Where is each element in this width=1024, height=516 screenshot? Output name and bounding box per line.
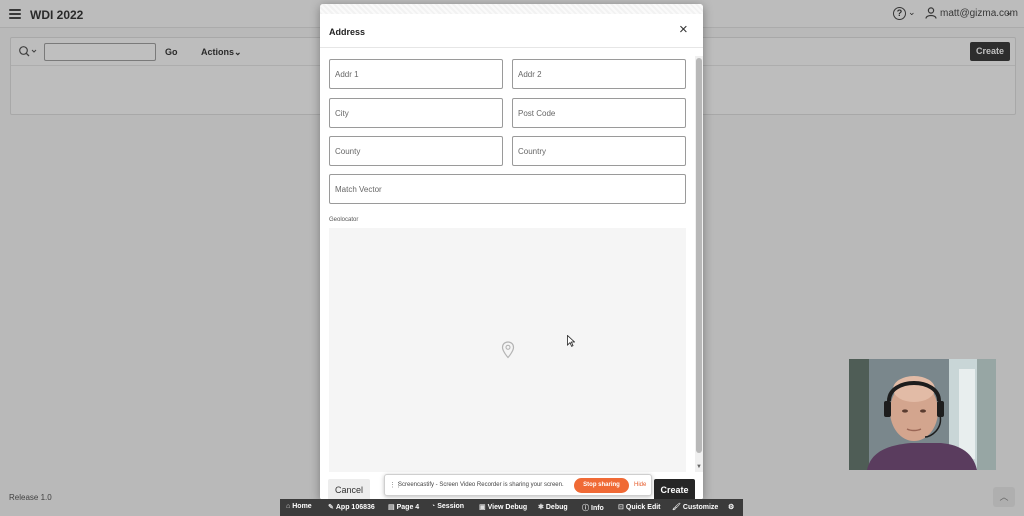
stop-sharing-button[interactable]: Stop sharing (574, 478, 629, 493)
addr1-placeholder: Addr 1 (335, 70, 359, 79)
geolocator-map[interactable] (329, 228, 686, 473)
developer-toolbar: ⌂ Home ✎ App 106836 ▤ Page 4 ◔ Session ▣ View… (280, 499, 743, 516)
mouse-cursor-icon (567, 335, 575, 347)
dev-page-button[interactable]: ▤ Page 4 (388, 503, 419, 511)
dev-customize-button[interactable]: 🖌 Customize (672, 503, 718, 511)
quick-edit-icon: ⊡ (618, 504, 624, 511)
country-field[interactable]: Country (512, 136, 686, 166)
dev-home-label: Home (292, 503, 312, 510)
dev-view-debug-label: View Debug (487, 504, 528, 511)
dialog-scrollbar[interactable]: ▼ (695, 56, 703, 474)
close-icon[interactable]: × (679, 22, 688, 37)
dialog-pattern (320, 4, 703, 14)
scroll-down-arrow-icon[interactable]: ▼ (695, 464, 703, 470)
bug-icon: ✱ (538, 504, 544, 511)
address-dialog: Address × Addr 1 Addr 2 City Post Code C… (320, 4, 703, 500)
dev-quick-edit-label: Quick Edit (625, 504, 661, 511)
view-debug-icon: ▣ (479, 504, 486, 511)
dev-session-label: Session (437, 503, 465, 510)
dialog-header: Address × (320, 14, 703, 48)
dialog-title: Address (329, 27, 366, 37)
map-pin-icon (501, 341, 515, 359)
geolocator-label: Geolocator (329, 217, 359, 223)
dev-info-label: Info (591, 505, 604, 512)
webcam-overlay (849, 359, 996, 470)
info-icon: ⓘ (582, 505, 589, 512)
county-placeholder: County (335, 147, 361, 156)
brush-icon: 🖌 (672, 504, 681, 511)
dev-view-debug-button[interactable]: ▣ View Debug (479, 503, 527, 511)
addr2-placeholder: Addr 2 (518, 70, 542, 79)
dev-debug-button[interactable]: ✱ Debug (538, 503, 568, 511)
dev-session-button[interactable]: ◔ Session (431, 503, 464, 510)
dev-debug-label: Debug (545, 504, 568, 511)
sharing-message: Screencastify - Screen Video Recorder is… (398, 482, 564, 488)
dev-info-button[interactable]: ⓘ Info (582, 503, 604, 513)
country-placeholder: Country (518, 147, 547, 156)
county-field[interactable]: County (329, 136, 503, 166)
city-field[interactable]: City (329, 98, 503, 128)
hide-button[interactable]: Hide (634, 482, 646, 488)
dev-app-label: App 106836 (335, 504, 375, 511)
scrollbar-thumb[interactable] (696, 58, 702, 453)
addr1-field[interactable]: Addr 1 (329, 59, 503, 89)
page-icon: ▤ (388, 504, 395, 511)
home-icon: ⌂ (286, 503, 291, 510)
dev-home-button[interactable]: ⌂ Home (286, 503, 312, 510)
cancel-button[interactable]: Cancel (328, 479, 370, 500)
dev-page-label: Page 4 (396, 504, 420, 511)
dev-app-button[interactable]: ✎ App 106836 (328, 503, 375, 511)
edit-icon: ✎ (328, 504, 334, 511)
addr2-field[interactable]: Addr 2 (512, 59, 686, 89)
match-vector-field[interactable]: Match Vector (329, 174, 686, 204)
match-vector-placeholder: Match Vector (335, 185, 382, 194)
gear-icon[interactable]: ⚙ (728, 503, 734, 511)
post-code-placeholder: Post Code (518, 109, 556, 118)
session-icon: ◔ (431, 503, 436, 510)
create-address-button[interactable]: Create (654, 479, 695, 500)
city-placeholder: City (335, 109, 349, 118)
screen-sharing-bar: ⋮⋮ Screencastify - Screen Video Recorder… (384, 474, 652, 496)
dev-quick-edit-button[interactable]: ⊡ Quick Edit (618, 503, 661, 511)
dev-customize-label: Customize (682, 504, 719, 511)
post-code-field[interactable]: Post Code (512, 98, 686, 128)
